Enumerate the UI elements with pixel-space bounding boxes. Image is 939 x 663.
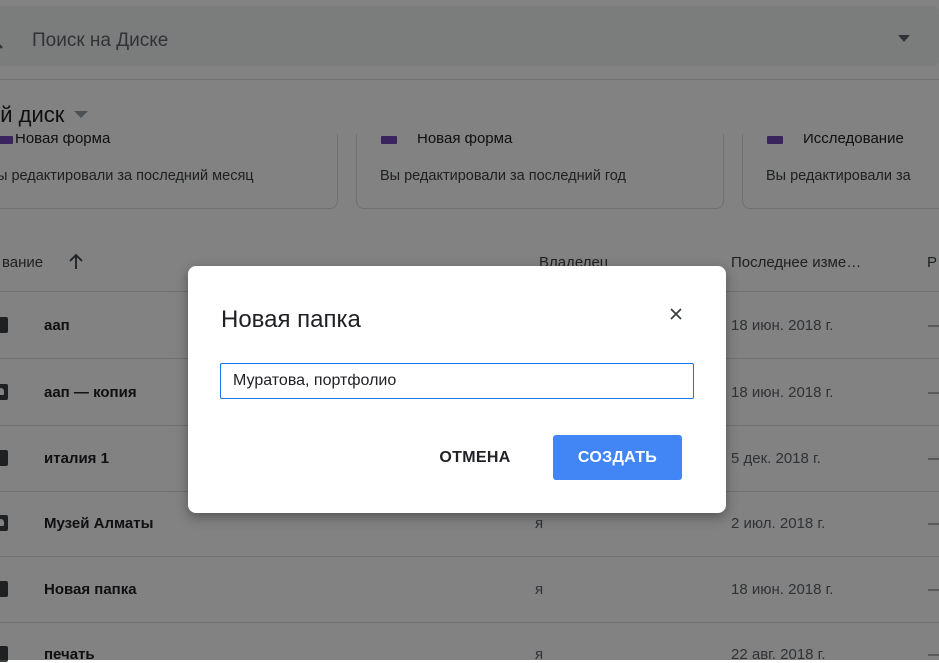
folder-name-input[interactable]	[220, 363, 694, 399]
close-icon[interactable]	[668, 306, 684, 322]
dialog-title: Новая папка	[221, 306, 361, 333]
create-button[interactable]: СОЗДАТЬ	[553, 435, 682, 480]
new-folder-dialog: Новая папка ОТМЕНА СОЗДАТЬ	[188, 266, 726, 513]
cancel-button[interactable]: ОТМЕНА	[420, 436, 530, 480]
